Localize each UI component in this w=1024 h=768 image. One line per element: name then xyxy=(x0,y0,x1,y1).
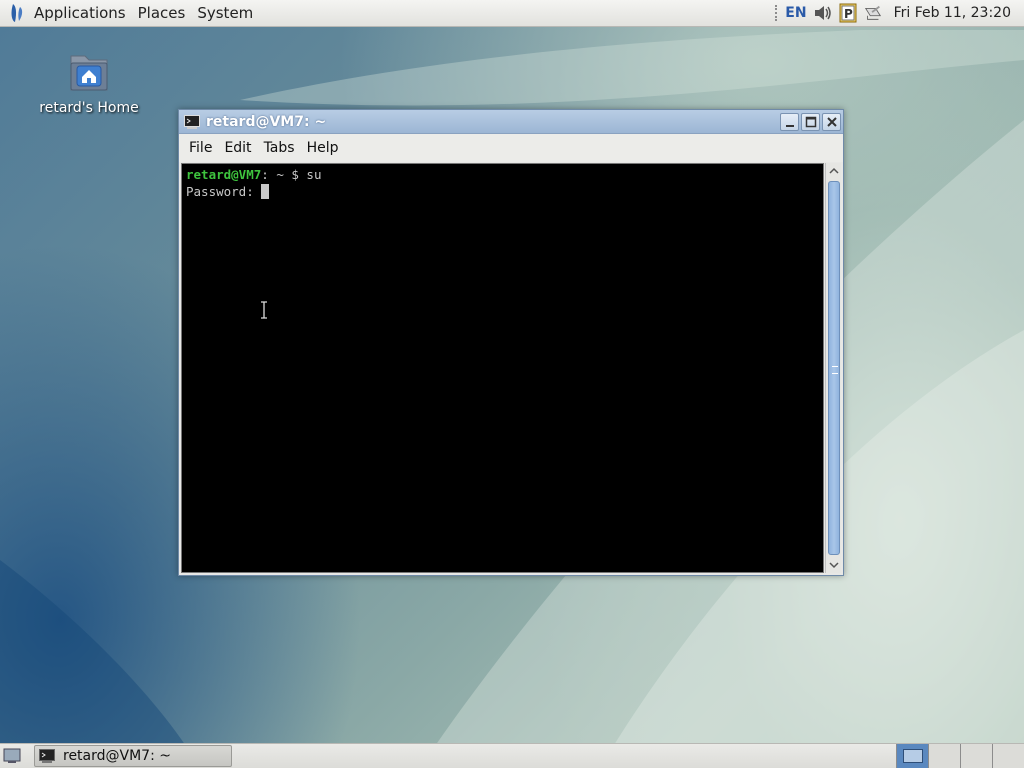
notification-area: EN P Fri Feb 11, 23:20 xyxy=(775,0,1024,27)
terminal-scrollbar[interactable] xyxy=(825,163,841,573)
clock[interactable]: Fri Feb 11, 23:20 xyxy=(894,5,1011,21)
window-menubar: File Edit Tabs Help xyxy=(179,134,843,162)
desktop-icon-home[interactable]: retard's Home xyxy=(36,50,142,116)
system-menu[interactable]: System xyxy=(191,0,259,27)
svg-text:P: P xyxy=(844,7,853,21)
gnome-foot-icon[interactable] xyxy=(6,2,28,24)
workspace-4[interactable] xyxy=(992,744,1024,768)
ibeam-cursor-icon xyxy=(261,301,267,319)
window-title: retard@VM7: ~ xyxy=(206,113,327,130)
prompt-user: retard@VM7 xyxy=(186,167,262,182)
maximize-button[interactable] xyxy=(801,112,820,131)
workspace-2[interactable] xyxy=(928,744,960,768)
bottom-panel: retard@VM7: ~ xyxy=(0,743,1024,768)
desktop-icon-label: retard's Home xyxy=(39,100,139,116)
home-folder-icon xyxy=(65,50,113,94)
workspace-window-thumbnail xyxy=(902,749,923,763)
terminal-window: retard@VM7: ~ File Edit Tabs Help retard… xyxy=(178,109,844,576)
scroll-grip xyxy=(832,366,838,374)
applications-menu[interactable]: Applications xyxy=(28,0,132,27)
top-panel: Applications Places System EN P Fri Feb … xyxy=(0,0,1024,27)
terminal-output[interactable]: retard@VM7: ~ $ su Password: xyxy=(181,163,824,573)
text-cursor xyxy=(261,184,270,199)
close-button[interactable] xyxy=(822,112,841,131)
workspace-switcher xyxy=(896,744,1024,768)
terminal-icon xyxy=(184,114,200,129)
terminal-line-2: Password: xyxy=(186,183,819,200)
prompt-command: : ~ $ su xyxy=(261,167,322,182)
keyboard-layout-indicator[interactable]: EN xyxy=(785,5,806,21)
menu-file[interactable]: File xyxy=(183,140,218,156)
terminal-task-icon xyxy=(39,749,55,763)
show-desktop-icon[interactable] xyxy=(1,745,23,767)
password-prompt: Password: xyxy=(186,184,262,199)
menu-tabs[interactable]: Tabs xyxy=(258,140,301,156)
workspace-1[interactable] xyxy=(896,744,928,768)
menu-help[interactable]: Help xyxy=(301,140,345,156)
taskbar-button-terminal[interactable]: retard@VM7: ~ xyxy=(34,745,232,767)
scroll-down-arrow-icon[interactable] xyxy=(826,557,842,573)
terminal-line-1: retard@VM7: ~ $ su xyxy=(186,166,819,183)
workspace-3[interactable] xyxy=(960,744,992,768)
volume-icon[interactable] xyxy=(813,3,833,23)
menu-edit[interactable]: Edit xyxy=(218,140,257,156)
package-updater-icon[interactable]: P xyxy=(838,3,858,23)
taskbar-button-label: retard@VM7: ~ xyxy=(63,748,171,764)
tray-handle[interactable] xyxy=(775,5,779,21)
window-titlebar[interactable]: retard@VM7: ~ xyxy=(179,110,843,134)
minimize-button[interactable] xyxy=(780,112,799,131)
places-menu[interactable]: Places xyxy=(132,0,192,27)
scroll-up-arrow-icon[interactable] xyxy=(826,163,842,179)
scroll-thumb[interactable] xyxy=(828,181,840,555)
network-icon[interactable] xyxy=(863,3,883,23)
